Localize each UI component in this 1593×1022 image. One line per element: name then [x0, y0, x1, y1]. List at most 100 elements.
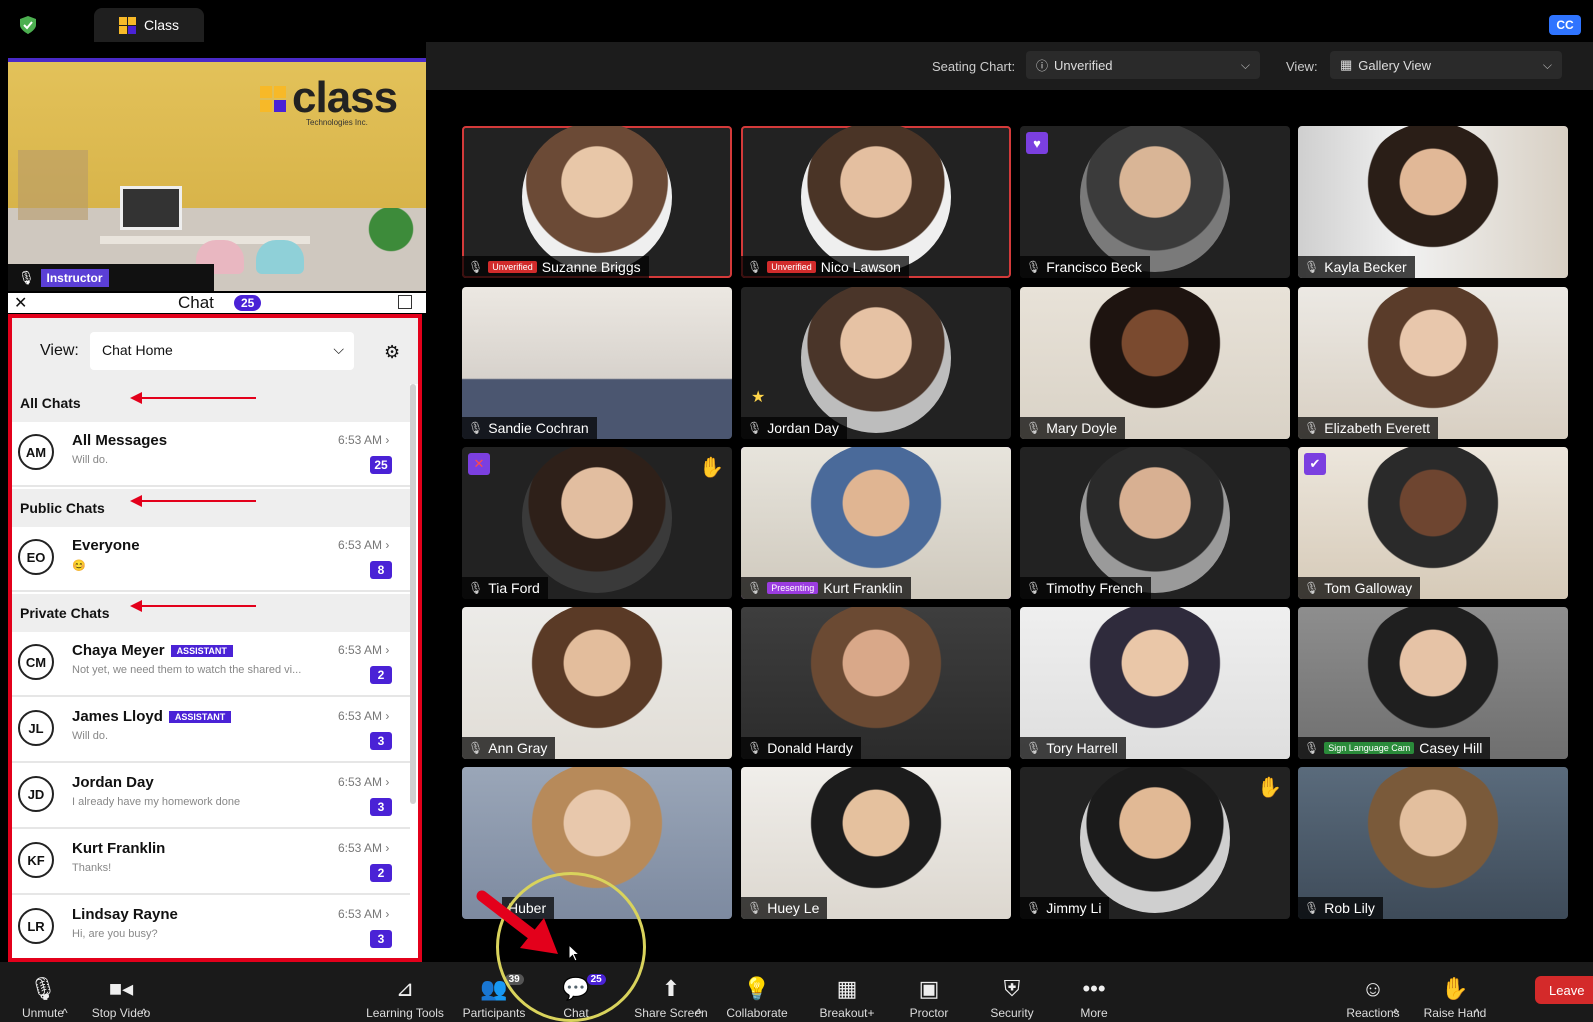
chat-scrollbar[interactable]	[410, 384, 416, 804]
presenting-tag: Presenting	[767, 582, 819, 594]
raise-hand-icon: ✋	[1441, 976, 1469, 1001]
participant-name: Tia Ford	[488, 580, 540, 596]
participant-tile[interactable]: 🎙 Tory Harrell	[1020, 607, 1290, 759]
participant-tile[interactable]: ✔ 🎙 Tom Galloway	[1298, 447, 1568, 599]
unread-badge: 3	[370, 732, 392, 750]
participant-tile[interactable]: 🎙 Unverified Nico Lawson	[741, 126, 1011, 278]
participant-name: Donald Hardy	[767, 740, 853, 756]
tab-class[interactable]: Class	[94, 8, 204, 42]
gear-icon[interactable]: ⚙	[384, 342, 400, 363]
participant-tile[interactable]: 🎙 Huey Le	[741, 767, 1011, 919]
mic-icon: 🎙	[1026, 741, 1042, 755]
cc-button[interactable]: CC	[1549, 15, 1581, 35]
security-button[interactable]: ⛨ Security	[986, 962, 1038, 1022]
participant-tile[interactable]: ♥ 🎙 Francisco Beck	[1020, 126, 1290, 278]
participant-name: Francisco Beck	[1046, 259, 1142, 275]
participant-tile[interactable]: 🎙 Unverified Suzanne Briggs	[462, 126, 732, 278]
x-mark-icon: ✕	[468, 453, 490, 475]
chevron-up-icon[interactable]: ^	[141, 962, 147, 1022]
raised-hand-icon: ✋	[1257, 777, 1282, 799]
chat-item-time: 6:53 AM ›	[338, 538, 390, 552]
tab-label: Class	[143, 17, 179, 33]
chevron-up-icon[interactable]: ^	[696, 962, 702, 1022]
popout-icon[interactable]	[398, 295, 412, 309]
participant-name: Kayla Becker	[1324, 259, 1407, 275]
participant-name: Ann Gray	[488, 740, 548, 756]
mic-muted-icon: 🎙	[18, 269, 35, 285]
chat-item-preview: 😊	[72, 560, 86, 572]
participant-tile[interactable]: 🎙 Ann Gray	[462, 607, 732, 759]
proctor-button[interactable]: ▣ Proctor	[906, 962, 952, 1022]
breakout-button[interactable]: ▦ Breakout+	[818, 962, 876, 1022]
collaborate-button[interactable]: 💡 Collaborate	[724, 962, 790, 1022]
learning-tools-button[interactable]: ⊿ Learning Tools	[363, 962, 447, 1022]
instructor-video[interactable]: class Technologies Inc.	[8, 58, 426, 291]
mic-icon: 🎙	[1026, 581, 1042, 595]
chat-item-time: 6:53 AM ›	[338, 841, 390, 855]
chat-item-kurt-franklin[interactable]: KF Kurt Franklin Thanks! 6:53 AM › 2	[12, 830, 410, 895]
class-logo-icon	[118, 16, 136, 34]
title-bar: Class CC	[8, 8, 1593, 42]
participant-tile[interactable]: 🎙 Mary Doyle	[1020, 287, 1290, 439]
more-button[interactable]: ••• More	[1076, 962, 1112, 1022]
shield-icon: ⛨	[1003, 976, 1021, 1001]
mic-muted-icon: 🎙	[29, 976, 57, 1001]
chat-item-name: Lindsay Rayne	[72, 906, 178, 923]
chat-item-everyone[interactable]: EO Everyone 😊 6:53 AM › 8	[12, 527, 410, 592]
unread-badge: 3	[370, 798, 392, 816]
unread-badge: 8	[370, 561, 392, 579]
more-dots-icon: •••	[1082, 976, 1106, 1001]
chat-item-james-lloyd[interactable]: JL James Lloyd ASSISTANT Will do. 6:53 AM…	[12, 698, 410, 763]
participant-name: Timothy French	[1046, 580, 1143, 596]
close-icon[interactable]: ✕	[14, 293, 27, 313]
participant-tile[interactable]: 🎙 Timothy French	[1020, 447, 1290, 599]
avatar: KF	[18, 842, 54, 878]
class-brand-logo: class Technologies Inc.	[260, 73, 398, 127]
learning-tools-icon: ⊿	[395, 976, 415, 1001]
chat-item-preview: Thanks!	[72, 862, 112, 874]
mic-icon: 🎙	[747, 421, 763, 435]
chevron-right-icon: ›	[385, 841, 390, 855]
mic-icon: 🎙	[1026, 260, 1042, 274]
mic-icon: 🎙	[1304, 260, 1320, 274]
chevron-up-icon[interactable]: ^	[1474, 962, 1480, 1022]
participant-name: Tory Harrell	[1046, 740, 1118, 756]
chevron-up-icon[interactable]: ^	[62, 962, 68, 1022]
chat-item-all-messages[interactable]: AM All Messages Will do. 6:53 AM › 25	[12, 422, 410, 487]
proctor-icon: ▣	[918, 976, 940, 1001]
participant-tile[interactable]: ✋ 🎙 Jimmy Li	[1020, 767, 1290, 919]
view-select[interactable]: ▦ Gallery View ⌵	[1330, 51, 1562, 79]
chat-item-preview: Hi, are you busy?	[72, 928, 158, 940]
unmute-button[interactable]: 🎙 Unmute	[18, 962, 68, 1022]
mic-icon: 🎙	[747, 741, 763, 755]
participant-tile[interactable]: 🎙 Elizabeth Everett	[1298, 287, 1568, 439]
participant-tile[interactable]: ✕ ✋ 🎙 Tia Ford	[462, 447, 732, 599]
participant-tile[interactable]: 🎙 Donald Hardy	[741, 607, 1011, 759]
shield-icon	[20, 16, 36, 34]
chat-item-time: 6:53 AM ›	[338, 643, 390, 657]
chat-item-time: 6:53 AM ›	[338, 709, 390, 723]
seating-chart-label: Seating Chart:	[932, 59, 1016, 74]
chevron-up-icon[interactable]: ^	[1393, 962, 1399, 1022]
participant-tile[interactable]: 🎙 Sandie Cochran	[462, 287, 732, 439]
participant-tile[interactable]: ★ 🎙 Jordan Day	[741, 287, 1011, 439]
info-icon: ⓘ	[1036, 58, 1049, 73]
avatar: LR	[18, 908, 54, 944]
participant-tile[interactable]: 🎙 Presenting Kurt Franklin	[741, 447, 1011, 599]
leave-button[interactable]: Leave	[1535, 976, 1593, 1004]
annotation-arrow-all-chats	[130, 392, 256, 404]
chat-item-jordan-day[interactable]: JD Jordan Day I already have my homework…	[12, 764, 410, 829]
mic-icon: 🎙	[1304, 741, 1320, 755]
participant-tile[interactable]: 🎙 Sign Language Cam Casey Hill	[1298, 607, 1568, 759]
brand-word: class	[292, 73, 398, 122]
chevron-right-icon: ›	[385, 433, 390, 447]
unread-badge: 25	[370, 456, 392, 474]
chevron-right-icon: ›	[385, 907, 390, 921]
seating-chart-select[interactable]: ⓘ Unverified ⌵	[1026, 51, 1260, 79]
chat-item-chaya-meyer[interactable]: CM Chaya Meyer ASSISTANT Not yet, we need…	[12, 632, 410, 697]
participant-tile[interactable]: 🎙 Rob Lily	[1298, 767, 1568, 919]
avatar: AM	[18, 434, 54, 470]
participant-tile[interactable]: 🎙 Kayla Becker	[1298, 126, 1568, 278]
chat-item-lindsay-rayne[interactable]: LR Lindsay Rayne Hi, are you busy? 6:53 …	[12, 896, 410, 958]
chat-view-select[interactable]: Chat Home ⌵	[90, 332, 354, 370]
